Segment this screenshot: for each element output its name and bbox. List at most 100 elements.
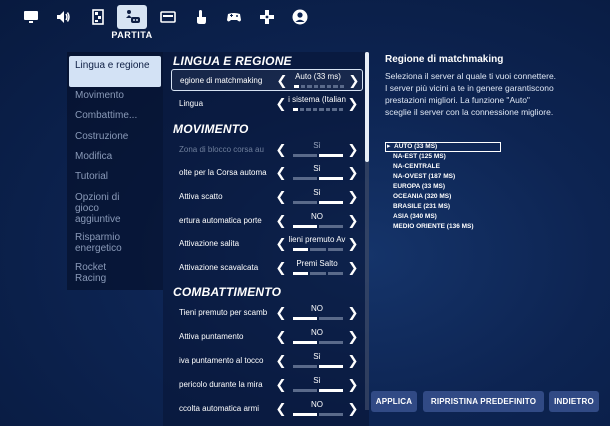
sidebar-item-modifica[interactable]: Modifica xyxy=(69,151,161,162)
apply-button[interactable]: APPLICA xyxy=(371,391,417,412)
sidebar-item-combattimento[interactable]: Combattime... xyxy=(69,110,161,121)
setting-row[interactable]: pericolo durante la mira ❮ Sì ❯ xyxy=(171,374,363,396)
region-option[interactable]: ASIA (340 MS) xyxy=(385,212,501,222)
tab-game[interactable] xyxy=(117,5,147,29)
arrow-left-icon[interactable]: ❮ xyxy=(275,304,287,322)
setting-row[interactable]: Attiva puntamento ❮ NO ❯ xyxy=(171,326,363,348)
sidebar-item-movimento[interactable]: Movimento xyxy=(69,90,161,101)
arrow-left-icon[interactable]: ❮ xyxy=(276,72,288,90)
toggle-bar xyxy=(293,365,343,368)
sidebar-item-tutorial[interactable]: Tutorial xyxy=(69,171,161,182)
arrow-right-icon[interactable]: ❯ xyxy=(347,328,359,346)
setting-row[interactable]: Attiva scatto ❮ Sì ❯ xyxy=(171,186,363,208)
gamepad-icon xyxy=(227,13,241,22)
arrow-right-icon[interactable]: ❯ xyxy=(348,72,360,90)
tab-account[interactable] xyxy=(285,4,315,30)
region-option[interactable]: MEDIO ORIENTE (136 MS) xyxy=(385,222,501,232)
region-option[interactable]: BRASILE (231 MS) xyxy=(385,202,501,212)
arrow-right-icon[interactable]: ❯ xyxy=(347,352,359,370)
arrow-right-icon[interactable]: ❯ xyxy=(347,188,359,206)
setting-row[interactable]: Lingua ❮ i sistema (Italian ❯ xyxy=(171,93,363,115)
arrow-left-icon[interactable]: ❮ xyxy=(275,259,287,277)
setting-row[interactable]: iva puntamento al tocco ❮ Sì ❯ xyxy=(171,350,363,372)
arrow-right-icon[interactable]: ❯ xyxy=(347,212,359,230)
arrow-right-icon[interactable]: ❯ xyxy=(347,304,359,322)
arrow-left-icon[interactable]: ❮ xyxy=(275,352,287,370)
toggle-bar xyxy=(293,413,343,416)
setting-label: ertura automatica porte xyxy=(179,216,262,225)
region-option[interactable]: EUROPA (33 MS) xyxy=(385,182,501,192)
toggle-bar xyxy=(293,341,343,344)
setting-row[interactable]: Zona di blocco corsa au ❮ Sì ❯ xyxy=(171,139,363,161)
arrow-right-icon[interactable]: ❯ xyxy=(347,164,359,182)
arrow-left-icon[interactable]: ❮ xyxy=(275,212,287,230)
tab-keyboard-mouse[interactable] xyxy=(153,4,183,30)
arrow-left-icon[interactable]: ❮ xyxy=(275,95,287,113)
option-progress-bar xyxy=(293,272,343,275)
setting-label: Attiva scatto xyxy=(179,192,223,201)
settings-sidebar: Lingua e regione Movimento Combattime...… xyxy=(67,52,163,290)
setting-value: NO xyxy=(311,212,323,221)
setting-value: Sì xyxy=(313,352,321,361)
setting-row[interactable]: Attivazione scavalcata ❮ Premi Salto ❯ xyxy=(171,257,363,279)
setting-label: pericolo durante la mira xyxy=(179,380,263,389)
tab-controller-options[interactable] xyxy=(252,4,282,30)
setting-label: egione di matchmaking xyxy=(180,76,263,85)
sidebar-item-opzioni-di-gioco-aggiuntive[interactable]: Opzioni di gioco aggiuntive xyxy=(69,192,137,225)
section-title-movimento: MOVIMENTO xyxy=(173,122,249,136)
sidebar-item-rocket-racing[interactable]: Rocket Racing xyxy=(69,262,137,284)
back-button[interactable]: INDIETRO xyxy=(549,391,599,412)
setting-row[interactable]: ertura automatica porte ❮ NO ❯ xyxy=(171,210,363,232)
tab-touch[interactable] xyxy=(186,4,216,30)
arrow-right-icon[interactable]: ❯ xyxy=(347,95,359,113)
settings-scrollbar-thumb[interactable] xyxy=(365,52,369,162)
arrow-left-icon[interactable]: ❮ xyxy=(275,235,287,253)
sidebar-item-risparmio-energetico[interactable]: Risparmio energetico xyxy=(69,232,137,254)
setting-value: Sì xyxy=(313,188,321,197)
setting-label: Lingua xyxy=(179,99,204,108)
arrow-right-icon[interactable]: ❯ xyxy=(347,400,359,418)
arrow-right-icon[interactable]: ❯ xyxy=(347,141,359,159)
setting-row[interactable]: ccolta automatica armi ❮ NO ❯ xyxy=(171,398,363,420)
tab-accessibility[interactable] xyxy=(83,4,113,30)
settings-tab-bar: PARTITA xyxy=(0,0,610,42)
tab-video[interactable] xyxy=(16,4,46,30)
setting-value: Auto (33 ms) xyxy=(295,72,341,81)
keyboard-icon xyxy=(160,11,176,23)
region-option[interactable]: OCEANIA (320 MS) xyxy=(385,192,501,202)
setting-row[interactable]: egione di matchmaking ❮ Auto (33 ms) ❯ xyxy=(171,69,363,91)
region-option[interactable]: NA-EST (125 MS) xyxy=(385,152,501,162)
setting-row[interactable]: Tieni premuto per scamb ❮ NO ❯ xyxy=(171,302,363,324)
tab-audio[interactable] xyxy=(48,4,78,30)
sidebar-item-costruzione[interactable]: Costruzione xyxy=(69,131,161,142)
region-option-selected[interactable]: AUTO (33 MS) xyxy=(385,142,501,152)
description-title: Regione di matchmaking xyxy=(385,54,504,65)
setting-value: lieni premuto Av xyxy=(288,235,346,244)
section-title-combattimento: COMBATTIMENTO xyxy=(173,285,282,299)
reset-default-button[interactable]: RIPRISTINA PREDEFINITO xyxy=(423,391,544,412)
arrow-left-icon[interactable]: ❮ xyxy=(275,164,287,182)
setting-row[interactable]: Attivazione salita ❮ lieni premuto Av ❯ xyxy=(171,233,363,255)
arrow-right-icon[interactable]: ❯ xyxy=(347,376,359,394)
setting-value: i sistema (Italian xyxy=(288,95,346,104)
region-option[interactable]: NA-CENTRALE xyxy=(385,162,501,172)
sidebar-item-lingua-e-regione[interactable]: Lingua e regione xyxy=(69,56,161,87)
toggle-bar xyxy=(293,225,343,228)
setting-row[interactable]: olte per la Corsa automa ❮ Sì ❯ xyxy=(171,162,363,184)
arrow-left-icon[interactable]: ❮ xyxy=(275,400,287,418)
tab-controller[interactable] xyxy=(219,4,249,30)
arrow-left-icon[interactable]: ❮ xyxy=(275,188,287,206)
region-option[interactable]: NA-OVEST (187 MS) xyxy=(385,172,501,182)
setting-value: Sì xyxy=(313,141,321,150)
touch-icon xyxy=(197,10,206,24)
option-progress-bar xyxy=(293,108,343,111)
arrow-left-icon[interactable]: ❮ xyxy=(275,328,287,346)
arrow-right-icon[interactable]: ❯ xyxy=(347,235,359,253)
arrow-left-icon[interactable]: ❮ xyxy=(275,376,287,394)
speaker-icon xyxy=(57,11,70,23)
setting-label: iva puntamento al tocco xyxy=(179,356,264,365)
arrow-left-icon[interactable]: ❮ xyxy=(275,141,287,159)
option-progress-bar xyxy=(294,85,344,88)
setting-value: NO xyxy=(311,328,323,337)
arrow-right-icon[interactable]: ❯ xyxy=(347,259,359,277)
